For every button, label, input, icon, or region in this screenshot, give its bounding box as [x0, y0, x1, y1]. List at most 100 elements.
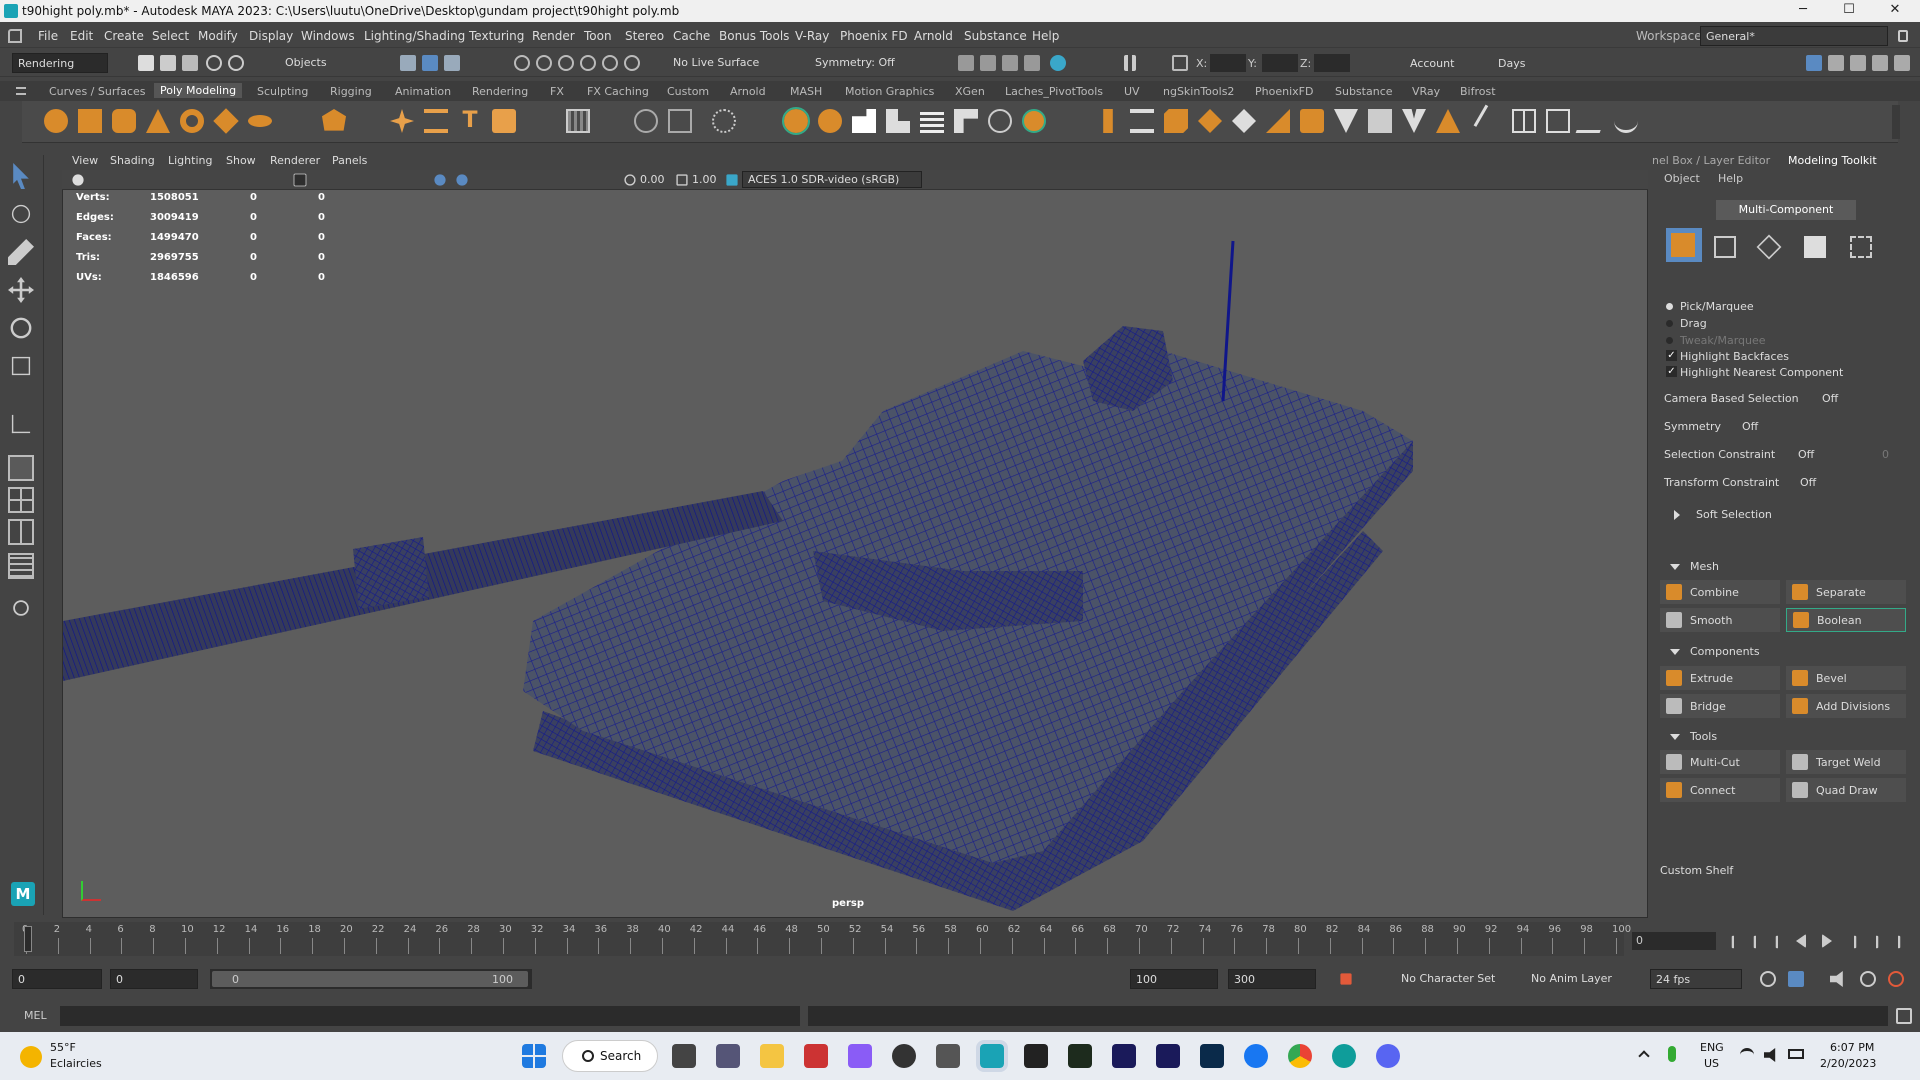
transform-mode-icon[interactable]: [1172, 55, 1188, 71]
snap-point-icon[interactable]: [558, 55, 574, 71]
start-icon[interactable]: [522, 1044, 546, 1068]
loop-icon[interactable]: [1760, 971, 1776, 987]
menu-phoenix-fd[interactable]: Phoenix FD: [840, 29, 908, 43]
append-polygon-icon[interactable]: [1232, 109, 1256, 133]
snap-view-icon[interactable]: [580, 55, 596, 71]
selection-constraint-number[interactable]: 0: [1882, 448, 1889, 461]
fill-hole-icon[interactable]: [1198, 109, 1222, 133]
substance-painter-icon[interactable]: [1068, 1044, 1092, 1068]
live-surface-field[interactable]: No Live Surface: [668, 53, 772, 73]
remesh-icon[interactable]: [988, 109, 1012, 133]
select-hierarchy-icon[interactable]: [400, 55, 416, 71]
booleans-icon[interactable]: [886, 109, 910, 133]
shelf-tab-rigging[interactable]: Rigging: [330, 85, 372, 98]
highlight-backfaces-checkbox[interactable]: ✓: [1666, 350, 1677, 361]
tools-collapse-icon[interactable]: [1670, 734, 1680, 740]
arnold-render-icon[interactable]: [1050, 55, 1066, 71]
snap-curve-icon[interactable]: [536, 55, 552, 71]
cached-playback-icon[interactable]: [1788, 971, 1804, 987]
layers-icon[interactable]: [1894, 55, 1910, 71]
soft-selection-arrow-icon[interactable]: [1674, 510, 1680, 520]
shelf-tab-motion-graphics[interactable]: Motion Graphics: [845, 85, 934, 98]
media-encoder-icon[interactable]: [1156, 1044, 1180, 1068]
home-icon[interactable]: [8, 29, 22, 43]
offset-edge-loop-icon[interactable]: [1546, 109, 1570, 133]
tweak-marquee-option[interactable]: Tweak/Marquee: [1680, 334, 1766, 347]
menu-arnold[interactable]: Arnold: [914, 29, 953, 43]
poly-cylinder-icon[interactable]: [112, 109, 136, 133]
app-icon-1[interactable]: [804, 1044, 828, 1068]
edge-icon[interactable]: [1332, 1044, 1356, 1068]
bevel-shelf-icon[interactable]: [1164, 109, 1188, 133]
anim-layer-dropdown[interactable]: No Anim Layer: [1526, 969, 1636, 989]
render-settings-icon[interactable]: [1002, 55, 1018, 71]
insert-edge-loop-icon[interactable]: [1512, 109, 1536, 133]
transform-constraint-value[interactable]: Off: [1800, 476, 1816, 489]
app-icon-2[interactable]: [848, 1044, 872, 1068]
move-tool-icon[interactable]: [8, 277, 34, 303]
app-icon-3[interactable]: [892, 1044, 916, 1068]
scale-tool-icon[interactable]: [11, 356, 31, 376]
tools-section-header[interactable]: Tools: [1690, 730, 1717, 743]
snap-grid-icon[interactable]: [514, 55, 530, 71]
redo-icon[interactable]: [228, 55, 244, 71]
symmetry-dropdown[interactable]: Symmetry: Off: [810, 53, 910, 73]
after-effects-icon[interactable]: [1112, 1044, 1136, 1068]
microphone-icon[interactable]: [1668, 1046, 1676, 1062]
poly-torus-icon[interactable]: [180, 109, 204, 133]
single-view-icon[interactable]: [8, 455, 34, 481]
drag-radio[interactable]: [1666, 320, 1673, 327]
shelf-tab-phoenixfd[interactable]: PhoenixFD: [1255, 85, 1313, 98]
color-space-dropdown[interactable]: ACES 1.0 SDR-video (sRGB): [742, 171, 922, 188]
menu-stereo[interactable]: Stereo: [625, 29, 664, 43]
menu-modify[interactable]: Modify: [198, 29, 238, 43]
combine-shelf-icon[interactable]: [782, 107, 810, 135]
shelf-tab-xgen[interactable]: XGen: [955, 85, 985, 98]
step-back-key-icon[interactable]: [1775, 935, 1789, 949]
particles-icon[interactable]: [712, 109, 736, 133]
step-back-icon[interactable]: [1753, 935, 1767, 949]
minimize-button[interactable]: ─: [1780, 0, 1826, 22]
account-button[interactable]: Account: [1410, 57, 1454, 70]
menu-vray[interactable]: V-Ray: [795, 29, 829, 43]
menu-display[interactable]: Display: [249, 29, 293, 43]
select-component-icon[interactable]: [444, 55, 460, 71]
tool-settings-icon[interactable]: [1850, 55, 1866, 71]
menu-select[interactable]: Select: [152, 29, 189, 43]
mesh-section-header[interactable]: Mesh: [1690, 560, 1719, 573]
gamma-icon[interactable]: [676, 174, 688, 186]
poly-plane-icon[interactable]: [213, 108, 239, 134]
camera-select-icon[interactable]: [72, 174, 84, 186]
channel-box-icon[interactable]: [1872, 55, 1888, 71]
reduce-icon[interactable]: [954, 109, 978, 133]
viewport-menu-show[interactable]: Show: [226, 154, 256, 167]
face-mode-icon[interactable]: [1804, 236, 1826, 258]
shelf-tab-custom[interactable]: Custom: [667, 85, 709, 98]
fps-dropdown[interactable]: 24 fps: [1650, 969, 1742, 989]
widget-icon[interactable]: [716, 1044, 740, 1068]
go-to-end-icon[interactable]: [1888, 935, 1901, 949]
new-scene-icon[interactable]: [138, 55, 154, 71]
shelf-tab-arnold[interactable]: Arnold: [730, 85, 766, 98]
render-frame-icon[interactable]: [958, 55, 974, 71]
mash-icon[interactable]: [566, 109, 590, 133]
merge-icon[interactable]: [1402, 109, 1426, 133]
poly-cone-icon[interactable]: [146, 109, 170, 133]
language-label[interactable]: ENG: [1700, 1041, 1724, 1054]
z-field[interactable]: [1314, 54, 1350, 72]
poke-icon[interactable]: [1300, 109, 1324, 133]
viewport-menu-shading[interactable]: Shading: [110, 154, 155, 167]
components-collapse-icon[interactable]: [1670, 649, 1680, 655]
lasso-tool-icon[interactable]: [11, 204, 31, 224]
time-slider[interactable]: 0246810121416182022242628303234363840424…: [14, 922, 1631, 956]
bridge-shelf-icon[interactable]: [1130, 109, 1154, 133]
shelf-tab-animation[interactable]: Animation: [395, 85, 451, 98]
uv-mode-icon[interactable]: [1850, 236, 1872, 258]
multi-cut-shelf-icon[interactable]: [1473, 104, 1507, 138]
tweak-radio[interactable]: [1666, 337, 1673, 344]
shelf-tab-curves-surfaces[interactable]: Curves / Surfaces: [49, 85, 146, 98]
app-icon-4[interactable]: [936, 1044, 960, 1068]
collapse-icon[interactable]: [1334, 109, 1358, 133]
multi-cut-button[interactable]: Multi-Cut: [1660, 750, 1780, 774]
chrome-icon[interactable]: [1288, 1044, 1312, 1068]
